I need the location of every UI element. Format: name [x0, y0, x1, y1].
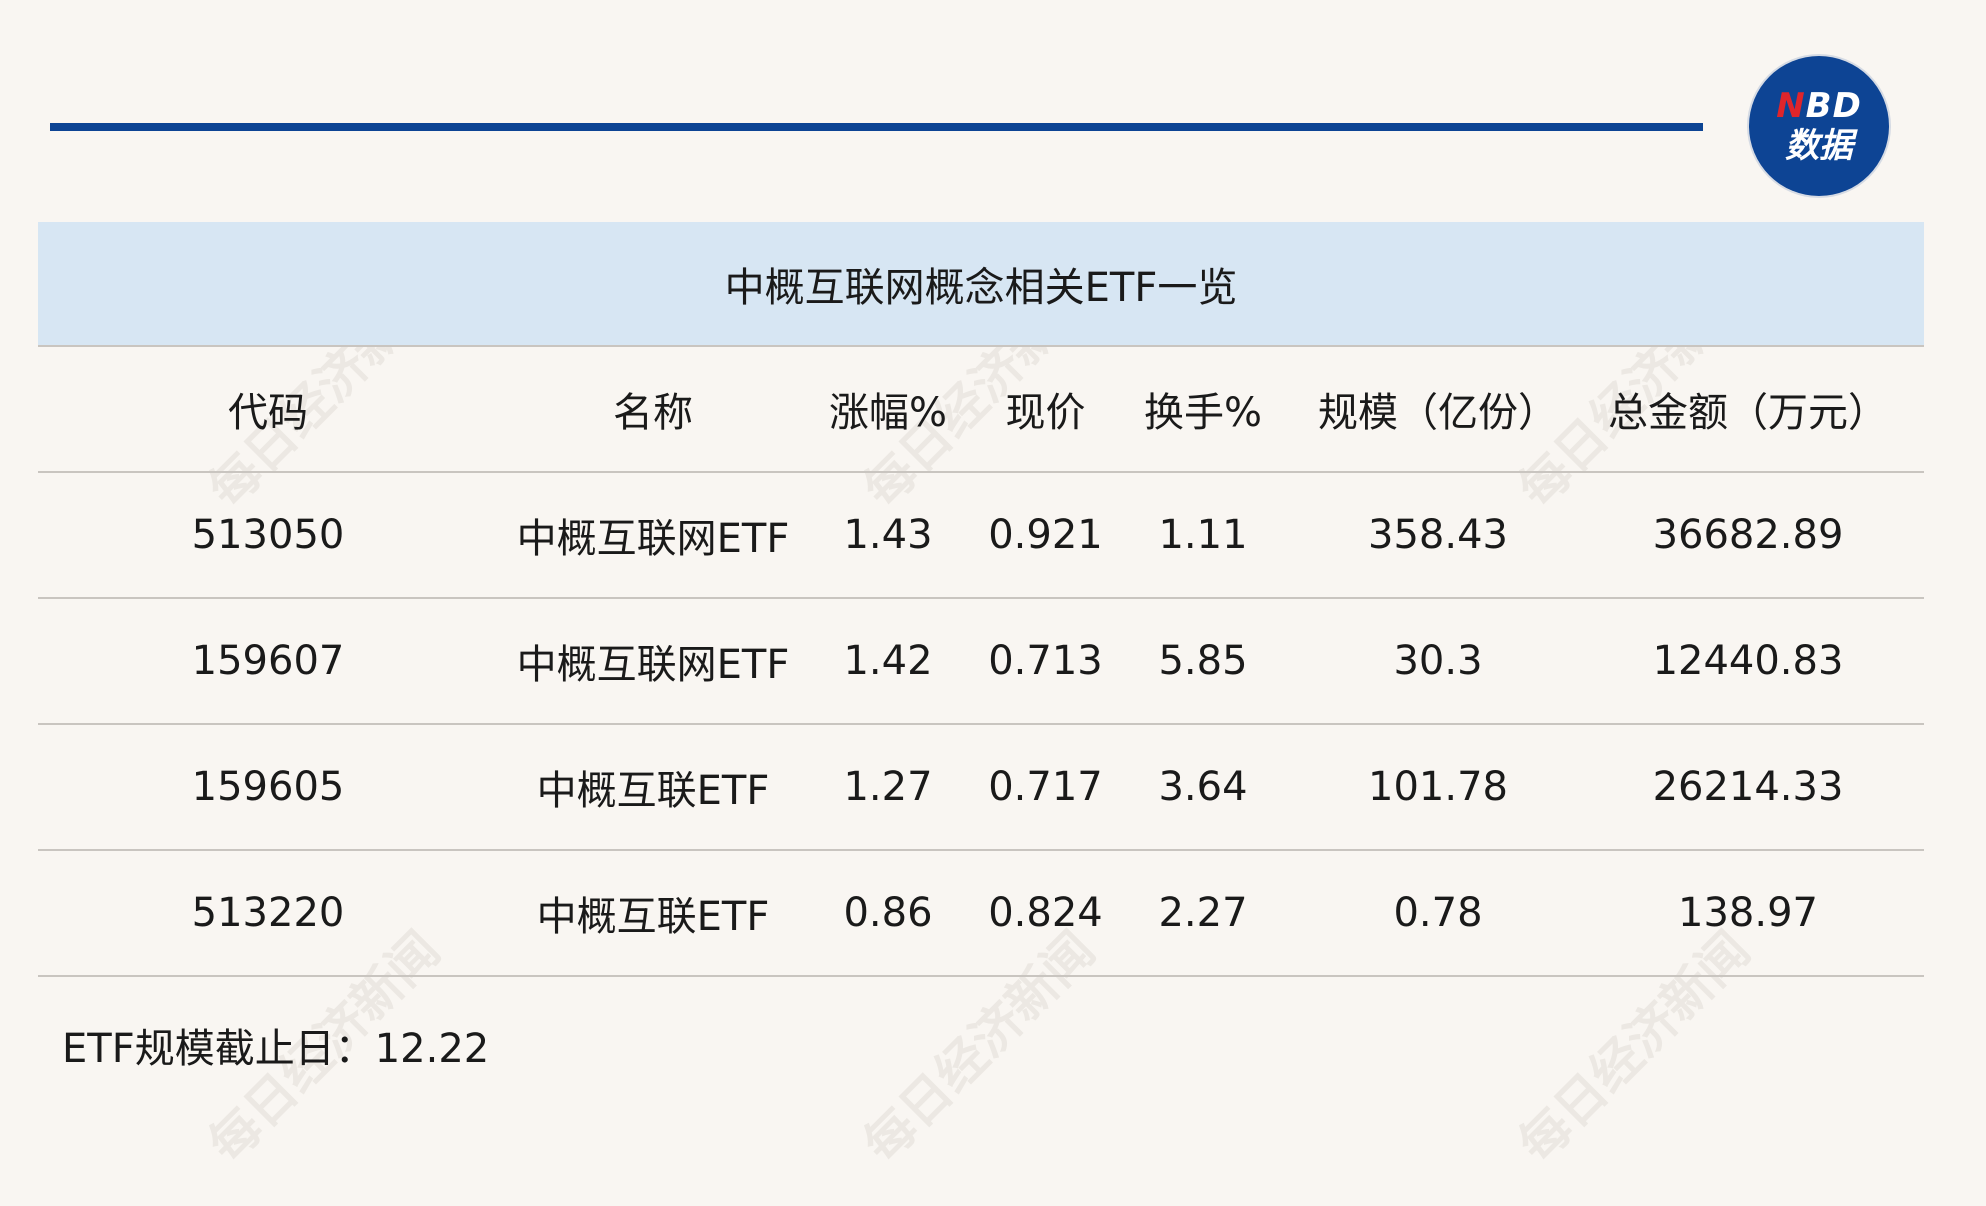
- header-code: 代码: [228, 390, 308, 436]
- nbd-data-logo: NBD 数据: [1749, 56, 1889, 196]
- header-price: 现价: [1005, 390, 1086, 436]
- cell-price: 0.713: [988, 638, 1103, 684]
- etf-table: 中概互联网概念相关ETF一览 代码 名称 涨幅% 现价 换手% 规模（亿份） 总…: [38, 222, 1924, 977]
- table-row: 159605 中概互联ETF 1.27 0.717 3.64 101.78 26…: [38, 725, 1924, 851]
- cell-change: 1.43: [843, 512, 933, 558]
- cell-change: 0.86: [843, 890, 933, 936]
- logo-nbd-text: NBD: [1776, 86, 1862, 126]
- cell-name: 中概互联ETF: [536, 894, 770, 940]
- cell-name: 中概互联ETF: [536, 768, 770, 814]
- cell-size: 358.43: [1368, 512, 1508, 558]
- cell-code: 159605: [191, 764, 345, 810]
- table-row: 159607 中概互联网ETF 1.42 0.713 5.85 30.3 124…: [38, 599, 1924, 725]
- header-amount: 总金额（万元）: [1608, 390, 1888, 436]
- cell-size: 0.78: [1393, 890, 1483, 936]
- cell-price: 0.921: [988, 512, 1103, 558]
- cell-change: 1.42: [843, 638, 933, 684]
- cell-turnover: 5.85: [1158, 638, 1248, 684]
- top-divider: [50, 123, 1703, 131]
- cell-turnover: 3.64: [1158, 764, 1248, 810]
- table-row: 513050 中概互联网ETF 1.43 0.921 1.11 358.43 3…: [38, 473, 1924, 599]
- cell-amount: 138.97: [1678, 890, 1818, 936]
- header-change: 涨幅%: [828, 390, 947, 436]
- cell-turnover: 1.11: [1158, 512, 1248, 558]
- table-title: 中概互联网概念相关ETF一览: [38, 222, 1924, 347]
- cell-price: 0.717: [988, 764, 1103, 810]
- cell-code: 513050: [191, 512, 345, 558]
- cell-name: 中概互联网ETF: [516, 516, 790, 562]
- cell-amount: 12440.83: [1652, 638, 1844, 684]
- header-name: 名称: [613, 390, 693, 436]
- header-turnover: 换手%: [1143, 390, 1262, 436]
- cell-amount: 26214.33: [1652, 764, 1844, 810]
- size-date-footnote: ETF规模截止日：12.22: [62, 1026, 490, 1072]
- cell-code: 513220: [191, 890, 345, 936]
- header-size: 规模（亿份）: [1318, 390, 1558, 436]
- cell-amount: 36682.89: [1652, 512, 1844, 558]
- cell-size: 101.78: [1368, 764, 1508, 810]
- cell-turnover: 2.27: [1158, 890, 1248, 936]
- cell-size: 30.3: [1393, 638, 1483, 684]
- cell-change: 1.27: [843, 764, 933, 810]
- table-row: 513220 中概互联ETF 0.86 0.824 2.27 0.78 138.…: [38, 851, 1924, 977]
- cell-name: 中概互联网ETF: [516, 642, 790, 688]
- table-header-row: 代码 名称 涨幅% 现价 换手% 规模（亿份） 总金额（万元）: [38, 347, 1924, 473]
- cell-price: 0.824: [988, 890, 1103, 936]
- cell-code: 159607: [191, 638, 345, 684]
- logo-data-text: 数据: [1785, 126, 1853, 166]
